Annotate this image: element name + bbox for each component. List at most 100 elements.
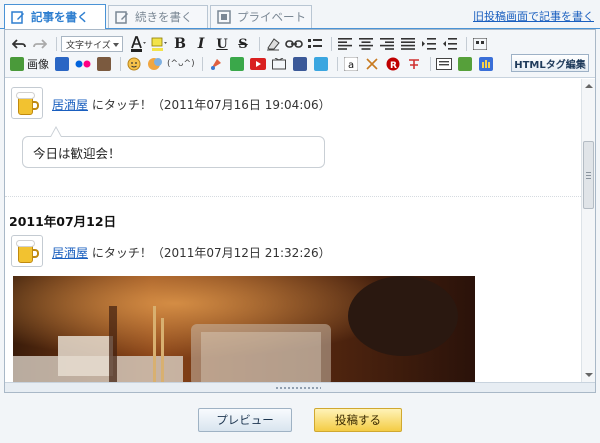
scroll-down-icon[interactable]	[585, 373, 593, 377]
design-icon[interactable]	[405, 55, 423, 73]
preview-button[interactable]: プレビュー	[198, 408, 292, 432]
font-size-select[interactable]: 文字サイズ	[61, 36, 123, 52]
thumb-grip	[586, 178, 591, 179]
avatar	[11, 235, 43, 267]
tab-write-article[interactable]: 記事を書く	[4, 4, 106, 29]
rakuten-icon[interactable]: R	[384, 55, 402, 73]
flickr-icon[interactable]	[74, 55, 92, 73]
align-justify-icon[interactable]	[399, 35, 417, 53]
align-left-icon[interactable]	[336, 35, 354, 53]
resize-handle[interactable]	[5, 382, 595, 392]
link-icon[interactable]	[285, 35, 303, 53]
post-divider	[5, 196, 581, 197]
checkin-text: にタッチ！（2011年07月16日 19:04:06）	[91, 98, 331, 112]
beer-mug-icon	[18, 245, 33, 263]
tab-private[interactable]: プライベート	[210, 5, 312, 28]
toolbar-separator	[331, 37, 332, 51]
izakaya-photo	[13, 276, 475, 382]
toolbar-separator	[336, 57, 338, 71]
instagram-icon[interactable]	[95, 55, 113, 73]
avatar	[11, 87, 43, 119]
list-bullet-icon[interactable]	[306, 35, 324, 53]
align-center-icon[interactable]	[357, 35, 375, 53]
scroll-up-icon[interactable]	[585, 84, 593, 88]
toolbar-separator	[466, 37, 467, 51]
toolbar-row-1: 文字サイズ B I U S	[10, 34, 492, 54]
post-button[interactable]: 投稿する	[314, 408, 402, 432]
toolbar-separator	[429, 57, 431, 71]
redo-icon[interactable]	[31, 35, 49, 53]
private-icon	[217, 10, 231, 24]
amazon-icon[interactable]: a	[342, 55, 360, 73]
emoji-icon[interactable]	[125, 55, 143, 73]
chevron-down-icon	[113, 43, 119, 47]
editor-toolbar: 文字サイズ B I U S 画像 (^ᴗ^) a R HTMLタグ編集	[5, 30, 595, 78]
vertical-scrollbar[interactable]	[581, 79, 595, 382]
table-icon[interactable]	[435, 55, 453, 73]
place-link[interactable]: 居酒屋	[52, 98, 88, 112]
tab-label: 記事を書く	[31, 10, 89, 24]
scissors-icon[interactable]	[363, 55, 381, 73]
strikethrough-button[interactable]: S	[234, 35, 252, 53]
toolbar-separator	[56, 37, 57, 51]
font-size-label: 文字サイズ	[66, 40, 111, 51]
paint-icon[interactable]	[207, 55, 225, 73]
thumb-grip	[586, 175, 591, 176]
tab-label: プライベート	[237, 10, 306, 24]
checkin-line: 居酒屋 にタッチ！（2011年07月16日 19:04:06）	[52, 96, 331, 113]
tab-label: 続きを書く	[135, 10, 193, 24]
decomail-icon[interactable]	[146, 55, 164, 73]
facebook-icon[interactable]	[291, 55, 309, 73]
edit-continue-icon	[115, 10, 129, 24]
undo-icon[interactable]	[10, 35, 28, 53]
align-right-icon[interactable]	[378, 35, 396, 53]
clear-format-icon[interactable]	[264, 35, 282, 53]
toolbar-separator	[201, 57, 203, 71]
mug-handle	[33, 101, 39, 110]
beer-foam	[16, 92, 35, 99]
underline-button[interactable]: U	[213, 35, 231, 53]
bubble-tail-inner	[51, 128, 61, 137]
outdent-icon[interactable]	[441, 35, 459, 53]
mug-handle	[33, 249, 39, 258]
old-post-screen-link[interactable]: 旧投稿画面で記事を書く	[473, 8, 594, 24]
quote-icon[interactable]	[471, 35, 489, 53]
beer-foam	[16, 240, 35, 247]
svg-text:R: R	[390, 61, 397, 71]
italic-button[interactable]: I	[192, 35, 210, 53]
twitter-icon[interactable]	[312, 55, 330, 73]
editor-content[interactable]: 居酒屋 にタッチ！（2011年07月16日 19:04:06） 今日は歓迎会！ …	[5, 79, 581, 382]
image-insert-button[interactable]: 画像	[10, 55, 49, 73]
editor: 文字サイズ B I U S 画像 (^ᴗ^) a R HTMLタグ編集 居酒屋 …	[4, 29, 596, 393]
image-icon	[10, 57, 24, 71]
toolbar-separator	[120, 57, 121, 71]
svg-text:a: a	[348, 60, 354, 71]
bold-button[interactable]: B	[171, 35, 189, 53]
tab-bar: 記事を書く 続きを書く プライベート 旧投稿画面で記事を書く	[0, 0, 600, 29]
html-edit-button[interactable]: HTMLタグ編集	[511, 54, 589, 72]
video-icon[interactable]	[270, 55, 288, 73]
hand-icon[interactable]	[477, 55, 495, 73]
scroll-thumb[interactable]	[583, 141, 594, 209]
indent-icon[interactable]	[420, 35, 438, 53]
date-heading: 2011年07月12日	[9, 214, 117, 229]
tab-write-continuation[interactable]: 続きを書く	[108, 5, 208, 28]
kaomoji-icon[interactable]: (^ᴗ^)	[167, 55, 195, 73]
photo-service-icon[interactable]	[53, 55, 71, 73]
pencil-icon	[11, 10, 25, 24]
place-link[interactable]: 居酒屋	[52, 246, 88, 260]
app-icon[interactable]	[456, 55, 474, 73]
toolbar-separator	[259, 37, 260, 51]
checkin-line: 居酒屋 にタッチ！（2011年07月12日 21:32:26）	[52, 244, 331, 261]
beer-mug-icon	[18, 97, 33, 115]
highlight-color-icon[interactable]	[150, 35, 168, 53]
comment-bubble: 今日は歓迎会！	[22, 136, 325, 168]
thumb-grip	[586, 172, 591, 173]
toolbar-row-2: 画像 (^ᴗ^) a R	[10, 54, 498, 74]
grip-dots-icon	[275, 386, 321, 390]
image-label: 画像	[27, 58, 49, 71]
youtube-icon[interactable]	[249, 55, 267, 73]
checkin-text: にタッチ！（2011年07月12日 21:32:26）	[91, 246, 331, 260]
map-icon[interactable]	[228, 55, 246, 73]
text-color-icon[interactable]	[129, 35, 147, 53]
